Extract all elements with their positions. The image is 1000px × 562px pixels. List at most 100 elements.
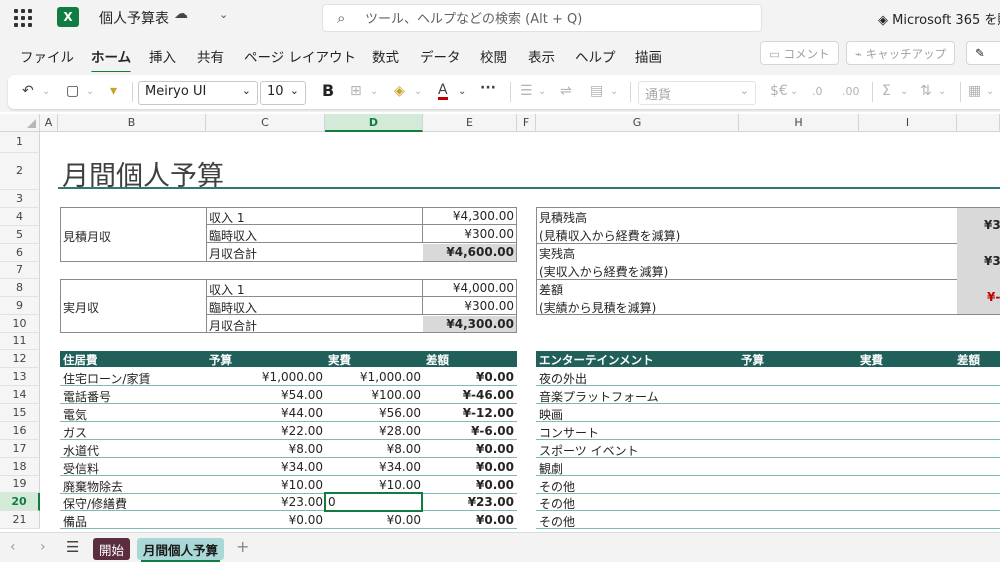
number-format-select[interactable]: 通貨 ⌄ — [638, 81, 756, 105]
budget-cell[interactable]: ¥23.00 — [281, 495, 323, 509]
column-header-i[interactable]: I — [859, 114, 957, 132]
row-header-19[interactable]: 19 — [0, 476, 40, 493]
actual-row-label[interactable]: 臨時収入 — [209, 299, 257, 316]
borders-icon[interactable]: ⊞ — [350, 83, 362, 99]
tab-home[interactable]: ホーム — [91, 46, 132, 74]
row-header-7[interactable]: 7 — [0, 262, 40, 279]
tab-share[interactable]: 共有 — [197, 46, 224, 66]
row-header-4[interactable]: 4 — [0, 208, 40, 226]
entertainment-item[interactable]: スポーツ イベント — [539, 442, 639, 459]
currency-icon[interactable]: $€ — [770, 83, 788, 99]
sheet-tab-start[interactable]: 開始 — [93, 538, 131, 560]
cloud-saved-icon[interactable]: ☁ — [174, 6, 188, 22]
difference-cell[interactable]: ¥-46.00 — [463, 388, 514, 402]
editing-button[interactable]: ✎ — [966, 41, 1000, 65]
fill-color-icon[interactable]: ◈ — [394, 83, 405, 99]
table-format-chevron-icon[interactable]: ⌄ — [986, 86, 994, 97]
entertainment-item[interactable]: その他 — [539, 495, 575, 512]
row-header-20[interactable]: 20 — [0, 493, 40, 511]
row-header-3[interactable]: 3 — [0, 190, 40, 208]
actual-cell[interactable]: ¥100.00 — [371, 388, 421, 402]
budget-cell[interactable]: ¥44.00 — [281, 406, 323, 420]
row-header-21[interactable]: 21 — [0, 511, 40, 529]
entertainment-item[interactable]: その他 — [539, 513, 575, 530]
font-color-chevron-icon[interactable]: ⌄ — [458, 86, 466, 97]
actual-row-value[interactable]: ¥300.00 — [424, 299, 514, 313]
budget-cell[interactable]: ¥34.00 — [281, 460, 323, 474]
actual-row-label[interactable]: 収入 1 — [209, 281, 244, 298]
borders-chevron-icon[interactable]: ⌄ — [370, 86, 378, 97]
actual-cell[interactable]: ¥56.00 — [379, 406, 421, 420]
entertainment-item[interactable]: 映画 — [539, 406, 563, 423]
expense-item[interactable]: 備品 — [63, 513, 87, 530]
actual-income-label[interactable]: 実月収 — [63, 299, 99, 316]
actual-row-value[interactable]: ¥4,000.00 — [424, 281, 514, 295]
tab-formulas[interactable]: 数式 — [372, 46, 399, 66]
font-size-select[interactable]: 10 ⌄ — [260, 81, 306, 105]
expense-item[interactable]: 水道代 — [63, 442, 99, 459]
entertainment-item[interactable]: 夜の外出 — [539, 370, 587, 387]
expense-item[interactable]: 保守/修繕費 — [63, 495, 127, 512]
column-header-e[interactable]: E — [423, 114, 517, 132]
expense-item[interactable]: 電話番号 — [63, 388, 111, 405]
actual-total-value[interactable]: ¥4,300.00 — [424, 317, 514, 331]
wrap-text-icon[interactable]: ⇌ — [560, 83, 572, 99]
row-header-8[interactable]: 8 — [0, 279, 40, 297]
font-color-icon[interactable]: A — [438, 83, 448, 100]
actual-cell[interactable]: ¥1,000.00 — [360, 370, 421, 384]
balance-value[interactable]: ¥- — [987, 290, 1000, 304]
table-format-icon[interactable]: ▦ — [968, 83, 981, 99]
expense-item[interactable]: 受信料 — [63, 460, 99, 477]
search-input[interactable] — [365, 9, 745, 29]
balance-value[interactable]: ¥3 — [984, 218, 1000, 232]
difference-cell[interactable]: ¥0.00 — [476, 370, 514, 384]
expense-item[interactable]: ガス — [63, 424, 87, 441]
column-header-j[interactable] — [957, 114, 1000, 132]
merge-chevron-icon[interactable]: ⌄ — [610, 86, 618, 97]
catchup-button[interactable]: ⌁ キャッチアップ — [846, 41, 956, 65]
paste-chevron-icon[interactable]: ⌄ — [86, 86, 94, 97]
actual-cell[interactable]: ¥34.00 — [379, 460, 421, 474]
column-header-d[interactable]: D — [325, 114, 423, 132]
estimate-income-label[interactable]: 見積月収 — [63, 228, 111, 245]
actual-cell[interactable]: ¥28.00 — [379, 424, 421, 438]
column-header-g[interactable]: G — [536, 114, 739, 132]
row-header-11[interactable]: 11 — [0, 333, 40, 350]
buy-microsoft-365-link[interactable]: ◈ Microsoft 365 を購 — [878, 9, 1000, 28]
align-icon[interactable]: ☰ — [520, 83, 533, 99]
row-header-5[interactable]: 5 — [0, 226, 40, 244]
row-header-15[interactable]: 15 — [0, 404, 40, 422]
row-header-2[interactable]: 2 — [0, 153, 40, 190]
row-header-18[interactable]: 18 — [0, 458, 40, 476]
column-title[interactable]: 実費 — [860, 352, 883, 368]
row-header-17[interactable]: 17 — [0, 440, 40, 458]
difference-cell[interactable]: ¥-12.00 — [463, 406, 514, 420]
column-title[interactable]: 予算 — [209, 352, 232, 368]
format-painter-icon[interactable]: ▾ — [110, 83, 117, 99]
budget-cell[interactable]: ¥54.00 — [281, 388, 323, 402]
search-box[interactable]: ⌕ — [322, 4, 762, 32]
column-header-a[interactable]: A — [40, 114, 58, 132]
tab-view[interactable]: 表示 — [528, 46, 555, 66]
align-chevron-icon[interactable]: ⌄ — [538, 86, 546, 97]
estimate-row-label[interactable]: 臨時収入 — [209, 227, 257, 244]
tab-file[interactable]: ファイル — [20, 46, 74, 66]
tab-insert[interactable]: 挿入 — [149, 46, 176, 66]
difference-cell[interactable]: ¥0.00 — [476, 513, 514, 527]
balance-label[interactable]: 実残高 — [539, 245, 575, 262]
difference-cell[interactable]: ¥0.00 — [476, 460, 514, 474]
column-header-h[interactable]: H — [739, 114, 859, 132]
budget-cell[interactable]: ¥22.00 — [281, 424, 323, 438]
currency-chevron-icon[interactable]: ⌄ — [790, 86, 798, 97]
column-title[interactable]: 差額 — [957, 352, 980, 368]
comment-button[interactable]: ▭ コメント — [760, 41, 839, 65]
row-header-9[interactable]: 9 — [0, 297, 40, 315]
undo-chevron-icon[interactable]: ⌄ — [42, 86, 50, 97]
document-title[interactable]: 個人予算表 — [99, 8, 169, 28]
entertainment-item[interactable]: コンサート — [539, 424, 599, 441]
row-header-10[interactable]: 10 — [0, 315, 40, 333]
expense-item[interactable]: 住宅ローン/家賃 — [63, 370, 150, 387]
increase-decimal-icon[interactable]: .0 — [812, 85, 823, 98]
budget-cell[interactable]: ¥0.00 — [289, 513, 323, 527]
more-options-icon[interactable]: ··· — [480, 80, 496, 96]
